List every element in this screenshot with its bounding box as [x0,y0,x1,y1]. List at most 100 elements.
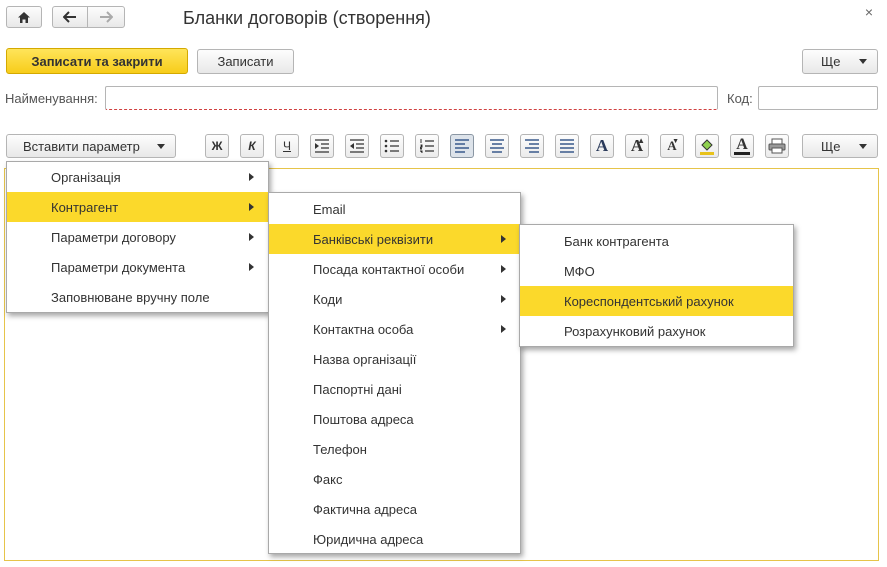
menu-item-passport[interactable]: Паспортні дані [269,374,520,404]
menu-item-legal-address[interactable]: Юридична адреса [269,524,520,554]
menu-item-settlement-account[interactable]: Розрахунковий рахунок [520,316,793,346]
numbered-list-button[interactable] [415,134,439,158]
outdent-icon [350,139,364,153]
insert-parameter-button[interactable]: Вставити параметр [6,134,176,158]
menu-item-label: Посада контактної особи [313,261,465,277]
italic-button[interactable]: К [240,134,264,158]
menu-item-label: Назва організації [313,351,417,367]
close-icon[interactable]: × [865,4,873,20]
more-actions-label: Ще [821,54,841,69]
menu-item-correspondent-account[interactable]: Кореспондентський рахунок [520,286,793,316]
menu-item-label: Email [313,201,346,217]
insert-parameter-menu: Організація Контрагент Параметри договор… [6,161,269,313]
menu-item-label: Банківські реквізити [313,231,434,247]
code-input[interactable] [758,86,878,110]
chevron-right-icon [501,235,506,243]
save-button[interactable]: Записати [197,49,294,74]
forward-button[interactable] [87,6,125,28]
chevron-right-icon [249,263,254,271]
indent-button[interactable] [310,134,334,158]
menu-item-postal-address[interactable]: Поштова адреса [269,404,520,434]
text-color-icon: A [736,135,748,153]
menu-item-phone[interactable]: Телефон [269,434,520,464]
chevron-down-icon [859,143,867,149]
chevron-right-icon [501,265,506,273]
toolbar-more-button[interactable]: Ще [802,134,878,158]
menu-item-organization[interactable]: Організація [7,162,268,192]
chevron-right-icon [249,173,254,181]
name-input[interactable] [105,86,718,110]
background-color-button[interactable] [695,134,719,158]
numbered-list-icon [420,139,434,153]
decrease-font-button[interactable]: A ▼ [660,134,684,158]
menu-item-organization-name[interactable]: Назва організації [269,344,520,374]
arrow-left-icon [63,11,76,23]
underline-button[interactable]: Ч [275,134,299,158]
chevron-down-icon [859,59,867,64]
align-right-button[interactable] [520,134,544,158]
align-right-icon [525,139,539,153]
menu-item-mfo[interactable]: МФО [520,256,793,286]
code-label: Код: [727,91,753,106]
menu-item-codes[interactable]: Коди [269,284,520,314]
menu-item-label: Контактна особа [313,321,414,337]
menu-item-label: Контрагент [51,199,119,215]
align-left-button[interactable] [450,134,474,158]
menu-item-label: Фактична адреса [313,501,417,517]
menu-item-fax[interactable]: Факс [269,464,520,494]
menu-item-bank[interactable]: Банк контрагента [520,226,793,256]
menu-item-label: Організація [51,169,121,185]
save-and-close-button[interactable]: Записати та закрити [6,48,188,74]
menu-item-label: Кореспондентський рахунок [564,293,734,309]
italic-label: К [248,139,256,153]
more-actions-button[interactable]: Ще [802,49,878,74]
menu-item-contract-params[interactable]: Параметри договору [7,222,268,252]
bank-details-submenu: Банк контрагента МФО Кореспондентський р… [519,224,794,347]
printer-icon [768,138,786,154]
menu-item-counterparty[interactable]: Контрагент [7,192,268,222]
increase-font-button[interactable]: A ▲ [625,134,649,158]
menu-item-label: Банк контрагента [564,233,669,249]
menu-item-contact-position[interactable]: Посада контактної особи [269,254,520,284]
print-button[interactable] [765,134,789,158]
menu-item-label: Параметри документа [51,259,186,275]
back-button[interactable] [52,6,88,28]
bold-button[interactable]: Ж [205,134,229,158]
arrow-right-icon [100,11,113,23]
menu-item-label: Факс [313,471,343,487]
home-icon [18,11,30,23]
align-justify-button[interactable] [555,134,579,158]
align-left-icon [455,139,469,153]
menu-item-label: Юридична адреса [313,531,424,547]
font-icon: A [595,136,609,155]
bold-label: Ж [211,139,223,153]
menu-item-document-params[interactable]: Параметри документа [7,252,268,282]
menu-item-label: Заповнюване вручну поле [51,289,210,305]
align-justify-icon [560,139,574,153]
menu-item-label: Паспортні дані [313,381,402,397]
menu-item-label: Телефон [313,441,367,457]
menu-item-bank-details[interactable]: Банківські реквізити [269,224,520,254]
align-center-button[interactable] [485,134,509,158]
toolbar-more-label: Ще [821,138,841,154]
menu-item-manual-field[interactable]: Заповнюване вручну поле [7,282,268,312]
chevron-right-icon [249,203,254,211]
menu-item-actual-address[interactable]: Фактична адреса [269,494,520,524]
menu-item-email[interactable]: Email [269,194,520,224]
indent-icon [315,139,329,153]
chevron-right-icon [249,233,254,241]
text-color-button[interactable]: A [730,134,754,158]
chevron-right-icon [501,325,506,333]
menu-item-label: Поштова адреса [313,411,414,427]
outdent-button[interactable] [345,134,369,158]
chevron-right-icon [501,295,506,303]
menu-item-label: Розрахунковий рахунок [564,323,706,339]
font-button[interactable]: A [590,134,614,158]
bullet-list-button[interactable] [380,134,404,158]
menu-item-contact-person[interactable]: Контактна особа [269,314,520,344]
window-title: Бланки договорів (створення) [183,8,431,28]
home-button[interactable] [6,6,42,28]
underline-label: Ч [283,139,291,153]
align-center-icon [490,139,504,153]
menu-item-label: МФО [564,263,595,279]
